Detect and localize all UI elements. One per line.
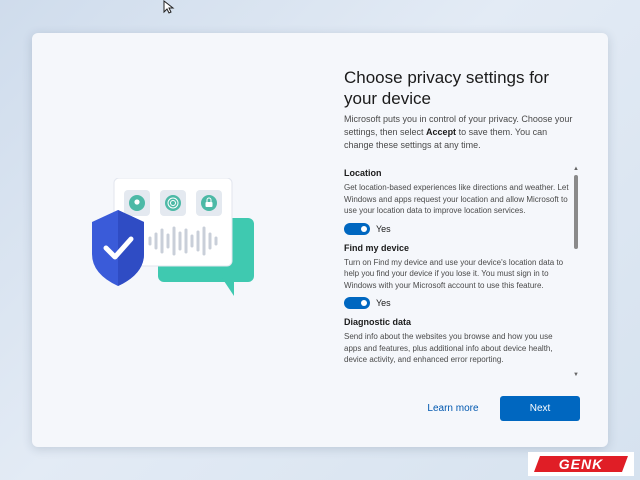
lock-icon [196, 190, 222, 216]
watermark-text: GENK [559, 456, 603, 472]
scrollbar[interactable]: ▲ ▼ [572, 165, 580, 379]
section-description: Send info about the websites you browse … [344, 332, 553, 364]
section-location: Location Get location-based experiences … [344, 168, 570, 235]
find-my-device-toggle-row: Yes [344, 297, 570, 309]
section-diagnostic-data: Diagnostic data Send info about the webs… [344, 317, 570, 366]
location-toggle-row: Yes [344, 222, 570, 235]
fingerprint-icon [160, 190, 186, 216]
toggle-label: Yes [376, 223, 391, 234]
toggle-label: Yes [376, 298, 391, 308]
section-description: Get location-based experiences like dire… [344, 183, 569, 215]
settings-scroll-area[interactable]: Location Get location-based experiences … [344, 165, 570, 377]
privacy-illustration [92, 178, 254, 296]
section-find-my-device: Find my device Turn on Find my device an… [344, 242, 570, 309]
mouse-cursor-icon [163, 0, 175, 14]
shield-check-icon [92, 210, 144, 286]
location-pin-icon [124, 190, 150, 216]
accept-keyword: Accept [426, 127, 457, 137]
scrollbar-thumb[interactable] [574, 175, 578, 249]
section-title: Diagnostic data [344, 317, 412, 327]
location-toggle[interactable] [344, 222, 370, 235]
section-description: Turn on Find my device and use your devi… [344, 257, 564, 290]
genk-watermark-logo: GENK [528, 452, 634, 476]
scroll-up-arrow-icon[interactable]: ▲ [572, 165, 580, 173]
scrollbar-track[interactable] [574, 175, 578, 369]
page-title: Choose privacy settings for your device [344, 68, 550, 108]
next-button[interactable]: Next [500, 396, 580, 421]
section-title: Find my device [344, 242, 410, 253]
privacy-settings-dialog: Choose privacy settings for your device … [32, 33, 608, 447]
learn-more-button[interactable]: Learn more [418, 397, 488, 421]
find-my-device-toggle[interactable] [344, 297, 370, 309]
settings-panel: Choose privacy settings for your device … [344, 33, 608, 447]
section-title: Location [344, 168, 382, 178]
intro-text: Microsoft puts you in control of your pr… [344, 114, 573, 150]
scroll-down-arrow-icon[interactable]: ▼ [572, 371, 580, 379]
